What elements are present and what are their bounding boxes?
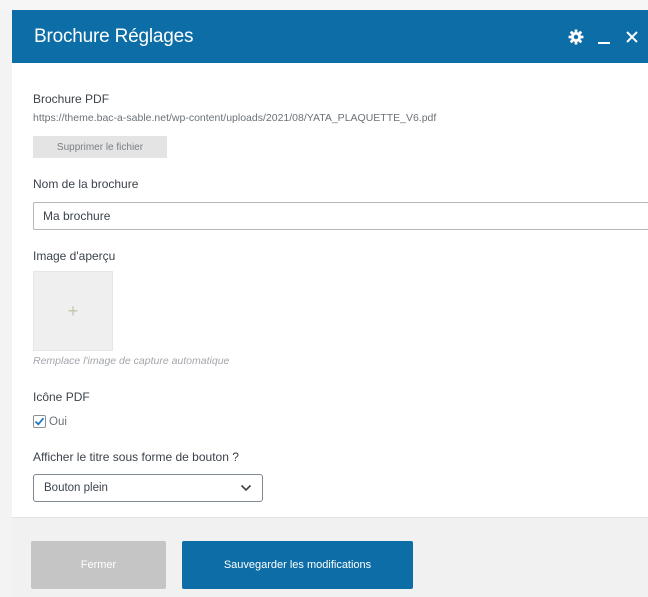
header-icons (566, 26, 648, 48)
pdf-icon-option: Oui (33, 415, 67, 428)
remove-file-button[interactable]: Supprimer le fichier (33, 136, 167, 158)
page-background-left (0, 0, 12, 597)
pdf-icon-option-label: Oui (49, 415, 67, 428)
brochure-name-input[interactable] (33, 202, 648, 230)
dialog-footer: Fermer Sauvegarder les modifications (12, 517, 648, 597)
close-button[interactable]: Fermer (31, 541, 166, 589)
button-title-label: Afficher le titre sous forme de bouton ? (33, 450, 239, 464)
chevron-down-icon (240, 484, 252, 492)
close-icon[interactable] (622, 26, 642, 48)
plus-icon: + (67, 301, 79, 321)
preview-image-picker[interactable]: + (33, 271, 113, 351)
preview-image-hint: Remplace l'image de capture automatique (33, 355, 230, 367)
dialog-body: Brochure PDF https://theme.bac-a-sable.n… (12, 63, 648, 517)
dialog-title: Brochure Réglages (34, 25, 194, 47)
page-background-top (0, 0, 648, 10)
preview-image-label: Image d'aperçu (33, 249, 116, 263)
minimize-icon[interactable] (594, 26, 614, 48)
gear-icon[interactable] (566, 26, 586, 48)
pdf-icon-label: Icône PDF (33, 390, 90, 404)
pdf-label: Brochure PDF (33, 92, 110, 106)
pdf-url[interactable]: https://theme.bac-a-sable.net/wp-content… (33, 112, 436, 124)
button-style-selected: Bouton plein (44, 482, 108, 494)
button-style-select[interactable]: Bouton plein (33, 474, 263, 502)
check-icon (34, 417, 45, 426)
pdf-icon-checkbox[interactable] (33, 415, 46, 428)
save-changes-button[interactable]: Sauvegarder les modifications (182, 541, 413, 589)
brochure-name-label: Nom de la brochure (33, 177, 139, 191)
dialog-header: Brochure Réglages (12, 10, 648, 63)
